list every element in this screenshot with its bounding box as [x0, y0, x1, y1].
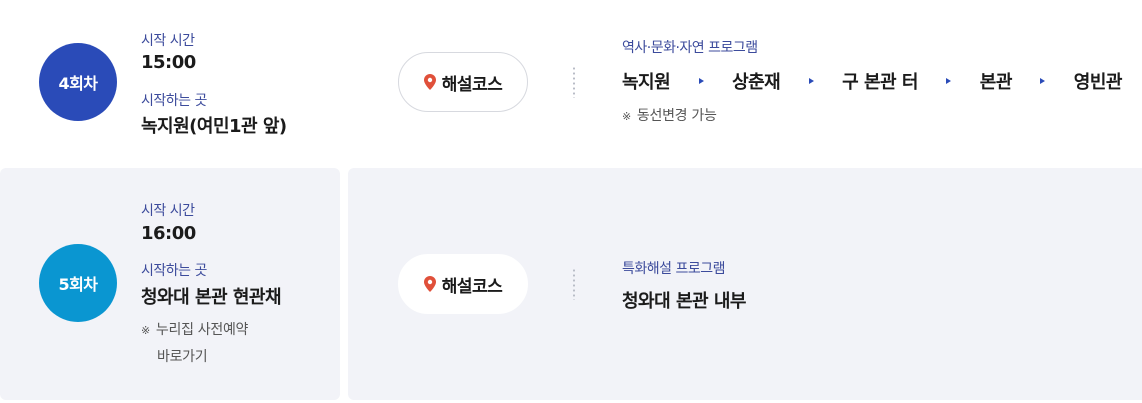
- session-badge: 5회차: [39, 244, 117, 322]
- session-badge: 4회차: [39, 43, 117, 121]
- start-time-label: 시작 시간: [141, 203, 195, 219]
- map-pin-icon: [423, 276, 436, 292]
- reference-mark-icon: ※: [141, 324, 150, 337]
- triangle-right-icon: [1040, 78, 1046, 84]
- course-button-label: 해설코스: [441, 276, 503, 297]
- route-stop: 구 본관 터: [842, 72, 918, 93]
- session-info-panel: 5회차 시작 시간 16:00 시작하는 곳 청와대 본관 현관채 ※ 누리집 사…: [0, 168, 340, 400]
- triangle-right-icon: [698, 78, 704, 84]
- route-stop: 영빈관: [1073, 72, 1123, 93]
- start-time-value: 16:00: [141, 223, 196, 244]
- reference-mark-icon: ※: [622, 110, 631, 123]
- program-detail: 청와대 본관 내부: [622, 291, 746, 312]
- start-place-value: 녹지원(여민1관 앞): [141, 116, 287, 137]
- course-button[interactable]: 해설코스: [398, 52, 528, 112]
- dotted-divider: [573, 66, 575, 98]
- route-list: 녹지원 상춘재 구 본관 터 본관 영빈관: [622, 66, 1122, 96]
- route-stop: 녹지원: [622, 72, 671, 93]
- reservation-link-line2[interactable]: 바로가기: [157, 346, 208, 366]
- session-row-4: 4회차 시작 시간 15:00 시작하는 곳 녹지원(여민1관 앞) 해설코스 …: [0, 0, 1142, 166]
- start-place-label: 시작하는 곳: [141, 93, 207, 109]
- reservation-link-text: 누리집 사전예약: [155, 322, 249, 338]
- session-row-5: 5회차 시작 시간 16:00 시작하는 곳 청와대 본관 현관채 ※ 누리집 사…: [0, 168, 1142, 400]
- start-time-label: 시작 시간: [141, 33, 195, 49]
- route-stop: 본관: [979, 72, 1013, 93]
- program-title: 특화해설 프로그램: [622, 261, 726, 277]
- program-title: 역사·문화·자연 프로그램: [622, 40, 758, 56]
- course-button[interactable]: 해설코스: [398, 254, 528, 314]
- triangle-right-icon: [946, 78, 952, 84]
- course-button-label: 해설코스: [441, 74, 503, 95]
- dotted-divider: [573, 268, 575, 300]
- route-note-text: 동선변경 가능: [636, 108, 717, 124]
- start-time-value: 15:00: [141, 52, 196, 73]
- start-place-label: 시작하는 곳: [141, 263, 207, 279]
- session-program-panel: 해설코스 특화해설 프로그램 청와대 본관 내부: [348, 168, 1142, 400]
- start-place-value: 청와대 본관 현관채: [141, 287, 282, 308]
- route-note: ※ 동선변경 가능: [622, 105, 717, 125]
- route-stop: 상춘재: [732, 72, 781, 93]
- triangle-right-icon: [808, 78, 814, 84]
- reservation-link[interactable]: ※ 누리집 사전예약: [141, 319, 248, 339]
- map-pin-icon: [423, 74, 436, 90]
